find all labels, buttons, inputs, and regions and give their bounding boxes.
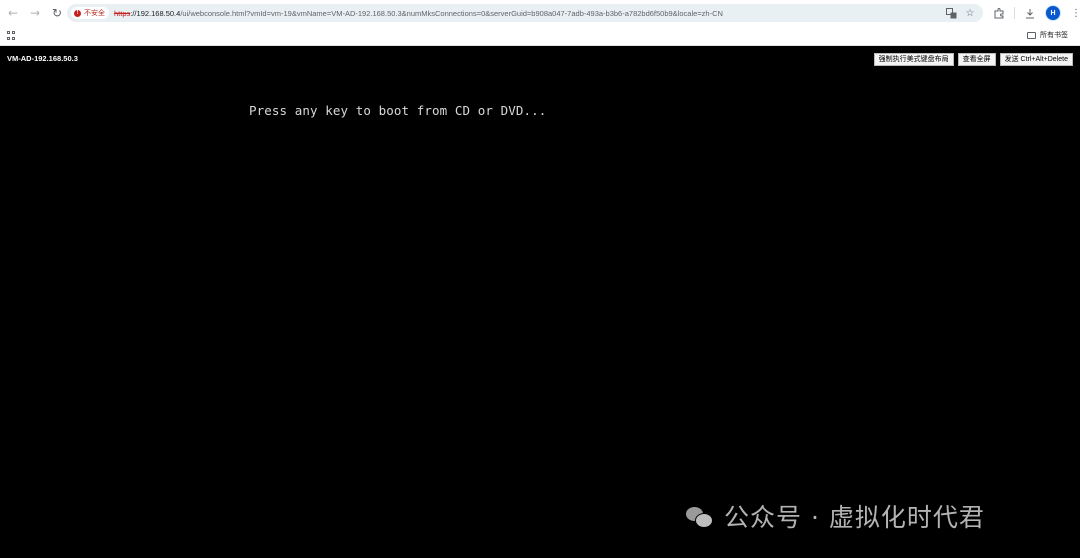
profile-avatar[interactable]: H xyxy=(1045,5,1061,21)
browser-toolbar: ← → ↻ ! 不安全 https://192.168.50.4/ui/webc… xyxy=(0,0,1080,26)
address-bar[interactable]: ! 不安全 https://192.168.50.4/ui/webconsole… xyxy=(67,4,983,22)
wechat-icon xyxy=(686,504,714,528)
extensions-icon[interactable] xyxy=(990,4,1008,22)
all-bookmarks-label: 所有书签 xyxy=(1040,32,1068,39)
url-path: /ui/webconsole.html?vmId=vm-19&vmName=VM… xyxy=(180,8,723,18)
vm-console[interactable]: VM-AD-192.168.50.3 强制执行美式键盘布局 查看全屏 发送 Ct… xyxy=(0,46,1080,558)
watermark-text: 公众号 · 虚拟化时代君 xyxy=(724,503,985,532)
star-icon[interactable]: ☆ xyxy=(963,6,977,20)
send-ctrl-alt-delete-button[interactable]: 发送 Ctrl+Alt+Delete xyxy=(999,53,1073,66)
download-icon[interactable] xyxy=(1021,4,1039,22)
fullscreen-button[interactable]: 查看全屏 xyxy=(957,53,996,66)
apps-icon[interactable] xyxy=(7,31,16,40)
translate-icon[interactable] xyxy=(944,6,958,20)
security-chip[interactable]: ! 不安全 xyxy=(71,7,109,19)
vm-title: VM-AD-192.168.50.3 xyxy=(7,54,78,63)
console-actions: 强制执行美式键盘布局 查看全屏 发送 Ctrl+Alt+Delete xyxy=(870,53,1073,66)
menu-icon[interactable]: ⋮ xyxy=(1067,4,1080,22)
url-host: ://192.168.50.4 xyxy=(130,8,181,18)
toolbar-divider xyxy=(1014,7,1015,19)
url-scheme: https xyxy=(114,8,131,18)
security-label: 不安全 xyxy=(84,10,105,17)
reload-button[interactable]: ↻ xyxy=(48,4,66,22)
boot-prompt-text: Press any key to boot from CD or DVD... xyxy=(249,103,547,118)
warning-icon: ! xyxy=(74,9,81,17)
folder-icon xyxy=(1027,31,1036,39)
all-bookmarks-button[interactable]: 所有书签 xyxy=(1027,30,1068,40)
bookmarks-bar: 所有书签 xyxy=(0,26,1080,46)
watermark: 公众号 · 虚拟化时代君 xyxy=(686,498,985,534)
forward-button[interactable]: → xyxy=(26,4,44,22)
url-text[interactable]: https://192.168.50.4/ui/webconsole.html?… xyxy=(114,9,939,18)
back-button[interactable]: ← xyxy=(4,4,22,22)
force-us-keyboard-button[interactable]: 强制执行美式键盘布局 xyxy=(873,53,954,66)
